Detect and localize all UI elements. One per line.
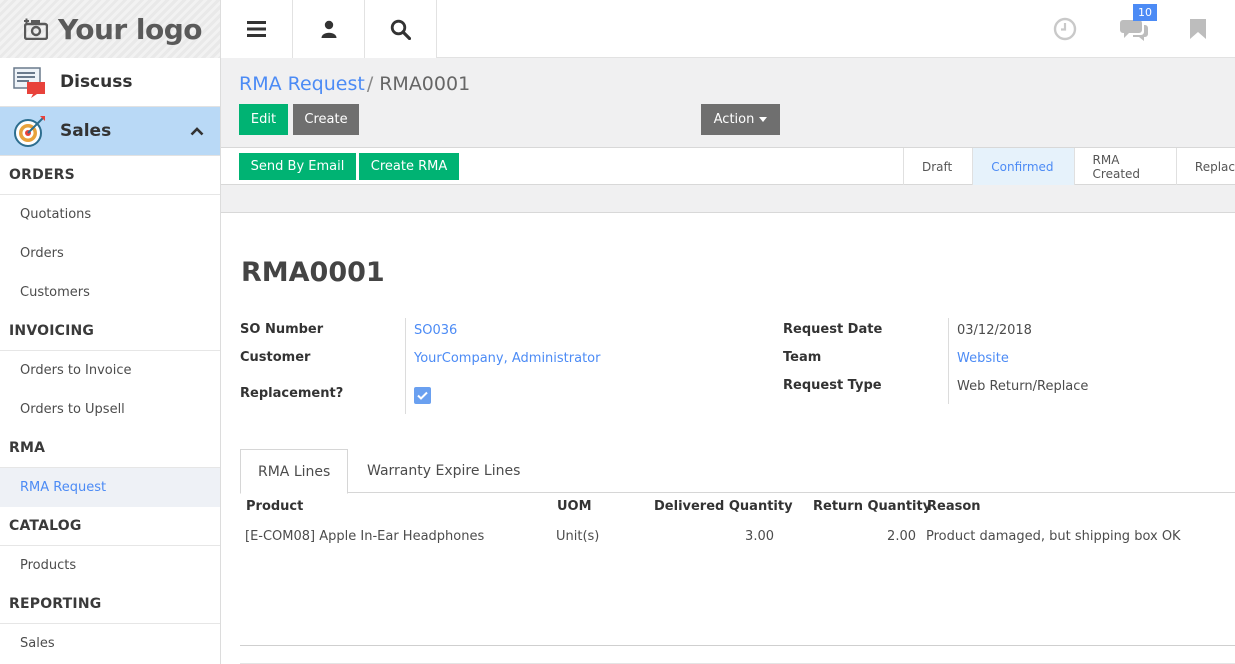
section-rma: RMA [0,429,220,468]
sidebar-item-orders-to-upsell[interactable]: Orders to Upsell [0,390,220,429]
breadcrumb-parent-link[interactable]: RMA Request [239,73,365,95]
sidebar-item-orders-to-invoice[interactable]: Orders to Invoice [0,351,220,390]
sidebar: Discuss Sales ORDERS Quotations Orders C… [0,58,221,664]
field-divider [948,318,949,404]
user-icon [321,20,336,38]
team-label: Team [783,350,822,365]
replacement-label: Replacement? [240,386,344,401]
cell-delivered-quantity: 3.00 [745,529,774,544]
chevron-up-icon[interactable] [190,126,204,136]
search-button[interactable] [365,0,437,58]
action-dropdown-button[interactable]: Action [701,104,780,135]
search-icon [390,19,411,40]
create-rma-button[interactable]: Create RMA [359,153,459,180]
stage-confirmed[interactable]: Confirmed [972,148,1074,185]
caret-down-icon [759,117,768,122]
sidebar-item-quotations[interactable]: Quotations [0,195,220,234]
stage-replaced[interactable]: Replac [1175,148,1235,185]
table-footer-divider [240,645,1235,646]
edit-button[interactable]: Edit [239,104,288,135]
sidebar-item-rma-request[interactable]: RMA Request [0,468,220,507]
status-bar: Send By Email Create RMA Draft Confirmed… [221,148,1235,185]
customer-value[interactable]: YourCompany, Administrator [414,351,600,366]
section-reporting: REPORTING [0,585,220,624]
team-value[interactable]: Website [957,351,1009,366]
customer-label: Customer [240,350,311,365]
section-invoicing: INVOICING [0,312,220,351]
create-button[interactable]: Create [293,104,359,135]
notebook-tabs: RMA Lines Warranty Expire Lines [240,449,1235,494]
column-header-uom[interactable]: UOM [557,499,592,514]
send-by-email-button[interactable]: Send By Email [239,153,356,180]
tab-warranty-expire-lines[interactable]: Warranty Expire Lines [350,449,537,493]
control-panel: RMA Request / RMA0001 Edit Create Action [221,58,1235,148]
replacement-checkbox[interactable] [414,387,431,404]
tab-rma-lines[interactable]: RMA Lines [240,449,349,494]
section-catalog: CATALOG [0,507,220,546]
request-date-value: 03/12/2018 [957,323,1032,338]
app-label: Discuss [60,72,133,92]
breadcrumb-current: RMA0001 [379,73,471,95]
column-header-reason[interactable]: Reason [927,499,981,514]
company-logo[interactable]: Your logo [0,0,221,58]
logo-text: Your logo [58,12,203,46]
discuss-app-icon [13,67,45,98]
column-header-return-quantity[interactable]: Return Quantity [813,499,931,514]
app-label: Sales [60,121,112,141]
messages-button[interactable]: 10 [1116,0,1157,58]
bookmark-button[interactable] [1186,0,1210,58]
cell-reason: Product damaged, but shipping box OK [926,529,1181,544]
so-number-label: SO Number [240,322,324,337]
app-sales[interactable]: Sales [0,107,220,156]
action-label: Action [713,112,755,127]
column-header-delivered-quantity[interactable]: Delivered Quantity [654,499,793,514]
camera-icon [24,18,48,40]
cell-product: [E-COM08] Apple In-Ear Headphones [245,529,485,544]
column-header-product[interactable]: Product [246,499,303,514]
sheet-background [221,185,1235,213]
request-date-label: Request Date [783,322,883,337]
breadcrumb: RMA Request / RMA0001 [239,73,470,95]
stage-pipeline: Draft Confirmed RMA Created Replac [903,148,1235,185]
hamburger-icon [247,21,266,37]
app-discuss[interactable]: Discuss [0,58,220,107]
cell-uom: Unit(s) [556,529,600,544]
sidebar-item-orders[interactable]: Orders [0,234,220,273]
user-menu-button[interactable] [293,0,365,58]
section-orders: ORDERS [0,156,220,195]
cell-return-quantity: 2.00 [887,529,916,544]
menu-toggle-button[interactable] [221,0,293,58]
stage-rma-created[interactable]: RMA Created [1073,148,1176,185]
stage-draft[interactable]: Draft [903,148,972,185]
request-type-value: Web Return/Replace [957,379,1089,394]
bookmark-icon [1190,19,1206,39]
top-bar: Your logo 10 [0,0,1235,58]
sidebar-item-products[interactable]: Products [0,546,220,585]
clock-icon [1053,17,1077,41]
request-type-label: Request Type [783,378,882,393]
form-sheet: RMA0001 SO Number SO036 Customer YourCom… [221,213,1235,664]
sidebar-item-customers[interactable]: Customers [0,273,220,312]
sales-target-icon [14,116,45,147]
checkmark-icon [417,391,428,400]
sidebar-item-sales[interactable]: Sales [0,624,220,663]
field-divider [405,318,406,414]
so-number-value[interactable]: SO036 [414,323,457,338]
activity-button[interactable] [1050,0,1080,58]
messages-badge: 10 [1133,4,1157,21]
record-title: RMA0001 [241,257,385,288]
breadcrumb-separator: / [366,73,374,95]
